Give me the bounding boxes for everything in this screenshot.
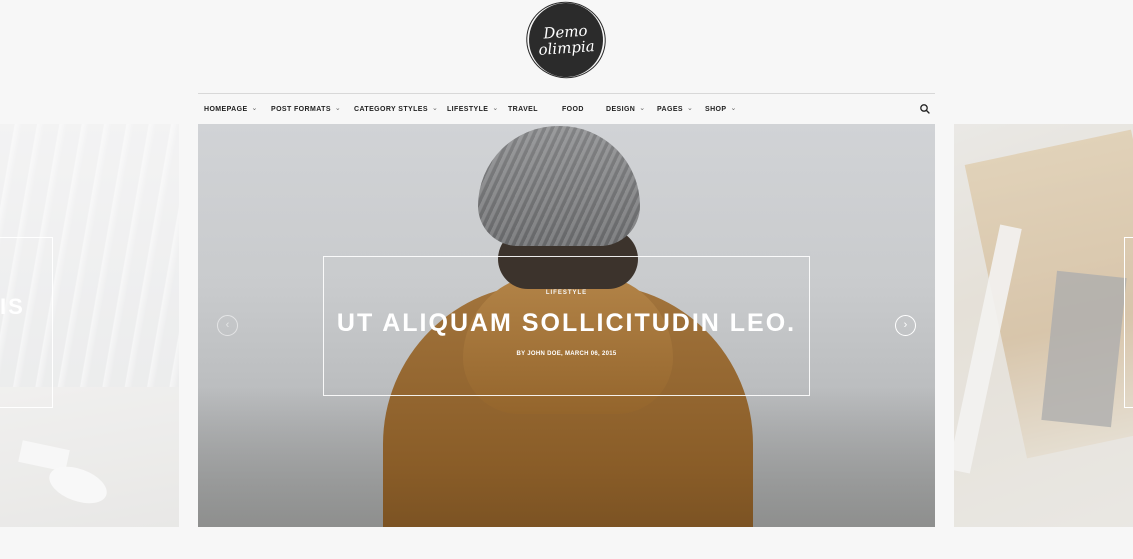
nav-item-label: HOMEPAGE [204, 105, 248, 113]
nav-item-label: TRAVEL [508, 105, 538, 113]
nav-item-design[interactable]: DESIGN ⌄ [606, 94, 646, 124]
nav-item-post-formats[interactable]: POST FORMATS ⌄ [271, 94, 341, 124]
slide-caption-frame [0, 237, 53, 408]
beanie-image [478, 126, 640, 246]
nav-item-travel[interactable]: TRAVEL [508, 94, 538, 124]
chevron-left-icon: ‹ [225, 319, 230, 331]
strip-image [954, 224, 1022, 474]
slide-caption-frame [1124, 237, 1133, 408]
search-icon [920, 104, 930, 114]
post-meta: BY JOHN DOE, MARCH 06, 2015 [516, 351, 617, 357]
dark-object-image [1041, 270, 1127, 428]
logo-line-1: Demo [542, 21, 589, 43]
chevron-down-icon: ⌄ [730, 105, 737, 112]
paper-image [18, 440, 70, 472]
chevron-right-icon: › [903, 319, 908, 331]
main-navigation: HOMEPAGE ⌄ POST FORMATS ⌄ CATEGORY STYLE… [198, 93, 935, 124]
desk-image [0, 387, 179, 527]
nav-item-label: PAGES [657, 105, 683, 113]
chevron-down-icon: ⌄ [492, 105, 499, 112]
slider-next-button[interactable]: › [895, 315, 916, 336]
chevron-down-icon: ⌄ [687, 105, 694, 112]
search-button[interactable] [919, 102, 931, 114]
slide-partial-title: IS [0, 294, 25, 319]
nav-item-label: FOOD [562, 105, 584, 113]
slide-previous[interactable]: IS [0, 124, 179, 527]
nav-item-label: SHOP [705, 105, 727, 113]
slide-current[interactable]: LIFESTYLE UT ALIQUAM SOLLICITUDIN LEO. B… [198, 124, 935, 527]
logo-line-2: olimpia [537, 36, 596, 59]
nav-item-food[interactable]: FOOD [562, 94, 584, 124]
chevron-down-icon: ⌄ [639, 105, 646, 112]
nav-item-label: CATEGORY STYLES [354, 105, 428, 113]
slider-prev-button[interactable]: ‹ [217, 315, 238, 336]
slide-caption-box: LIFESTYLE UT ALIQUAM SOLLICITUDIN LEO. B… [323, 256, 810, 396]
post-title[interactable]: UT ALIQUAM SOLLICITUDIN LEO. [324, 309, 809, 338]
nav-item-category-styles[interactable]: CATEGORY STYLES ⌄ [354, 94, 438, 124]
site-logo[interactable]: Demo olimpia [526, 0, 606, 80]
chevron-down-icon: ⌄ [431, 105, 439, 112]
nav-item-label: POST FORMATS [271, 105, 331, 113]
nav-item-lifestyle[interactable]: LIFESTYLE ⌄ [447, 94, 499, 124]
slide-next[interactable] [954, 124, 1133, 527]
nav-item-label: LIFESTYLE [447, 105, 489, 113]
nav-item-label: DESIGN [606, 105, 636, 113]
nav-item-pages[interactable]: PAGES ⌄ [657, 94, 693, 124]
post-category[interactable]: LIFESTYLE [324, 290, 809, 296]
mouse-image [44, 459, 112, 511]
nav-item-shop[interactable]: SHOP ⌄ [705, 94, 737, 124]
chevron-down-icon: ⌄ [251, 105, 258, 112]
nav-item-homepage[interactable]: HOMEPAGE ⌄ [204, 94, 258, 124]
bag-image [964, 129, 1133, 459]
chevron-down-icon: ⌄ [334, 105, 342, 112]
